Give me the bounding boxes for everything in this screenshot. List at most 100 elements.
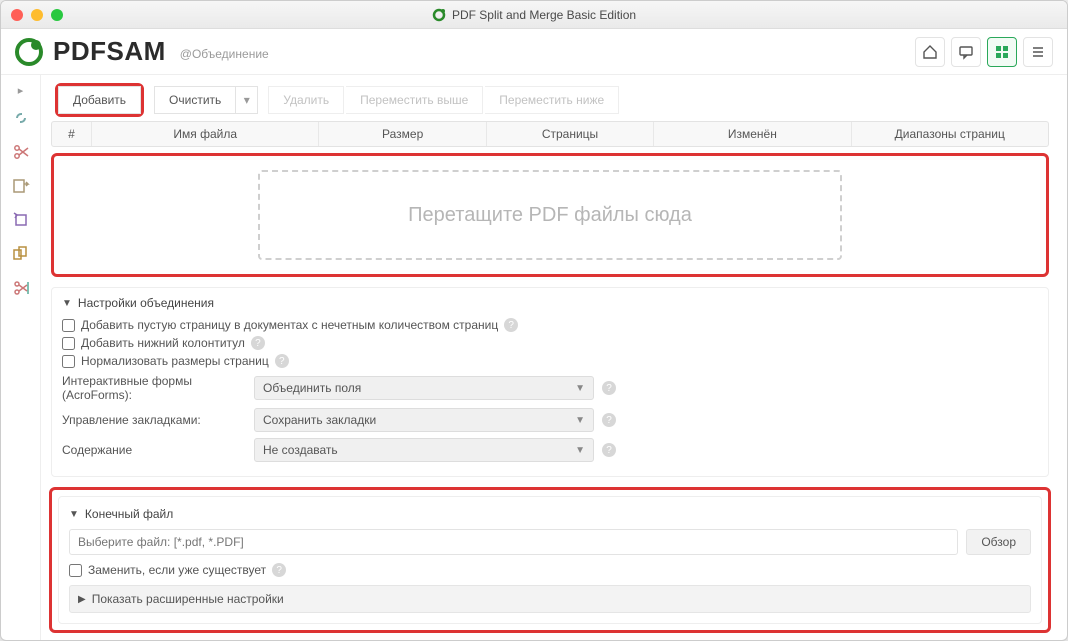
output-header[interactable]: ▼ Конечный файл — [69, 507, 1031, 521]
hamburger-icon — [1030, 44, 1046, 60]
col-num: # — [52, 122, 92, 146]
forms-label: Интерактивные формы (AcroForms): — [62, 374, 254, 402]
opt-normalize-label: Нормализовать размеры страниц — [81, 354, 269, 368]
chevron-down-icon: ▼ — [62, 298, 72, 309]
col-name: Имя файла — [92, 122, 319, 146]
merge-settings-header[interactable]: ▼ Настройки объединения — [62, 296, 1038, 310]
sidebar-item-split[interactable] — [4, 137, 38, 167]
sidebar-item-merge[interactable] — [4, 103, 38, 133]
help-icon[interactable]: ? — [602, 443, 616, 457]
col-size: Размер — [319, 122, 486, 146]
output-file-row: Обзор — [69, 529, 1031, 555]
clear-button-group: Очистить ▾ — [154, 86, 258, 114]
toc-select[interactable]: Не создавать ▼ — [254, 438, 594, 462]
logo-icon — [15, 38, 43, 66]
help-icon[interactable]: ? — [504, 318, 518, 332]
advanced-toggle[interactable]: ▶ Показать расширенные настройки — [69, 585, 1031, 613]
opt-footer-label: Добавить нижний колонтитул — [81, 336, 245, 350]
rotate-icon — [11, 210, 31, 230]
add-button[interactable]: Добавить — [58, 86, 141, 114]
window-title-text: PDF Split and Merge Basic Edition — [452, 8, 636, 22]
toc-row: Содержание Не создавать ▼ ? — [62, 438, 1038, 462]
moveup-button: Переместить выше — [346, 86, 483, 114]
dashboard-button[interactable] — [987, 37, 1017, 67]
opt-normalize-checkbox[interactable] — [62, 355, 75, 368]
clear-button[interactable]: Очистить — [154, 86, 236, 114]
bookmarks-value: Сохранить закладки — [263, 413, 376, 427]
grid-icon — [994, 44, 1010, 60]
help-icon[interactable]: ? — [602, 413, 616, 427]
toolbar: Добавить Очистить ▾ Удалить Переместить … — [55, 83, 1051, 117]
scissors2-icon — [11, 278, 31, 298]
sidebar-item-rotate[interactable] — [4, 205, 38, 235]
opt-footer-row: Добавить нижний колонтитул ? — [62, 336, 1038, 350]
delete-button: Удалить — [268, 86, 344, 114]
help-icon[interactable]: ? — [602, 381, 616, 395]
dropzone[interactable]: Перетащите PDF файлы сюда — [258, 170, 841, 260]
sidebar-collapse[interactable]: ▸ — [4, 81, 38, 99]
mix-icon — [11, 244, 31, 264]
brand-subtitle: @Объединение — [180, 47, 269, 61]
opt-footer-checkbox[interactable] — [62, 337, 75, 350]
forms-row: Интерактивные формы (AcroForms): Объедин… — [62, 374, 1038, 402]
notifications-button[interactable] — [951, 37, 981, 67]
col-ranges: Диапазоны страниц — [852, 122, 1048, 146]
movedown-button: Переместить ниже — [485, 86, 619, 114]
sidebar-item-extract[interactable] — [4, 171, 38, 201]
table-header: # Имя файла Размер Страницы Изменён Диап… — [51, 121, 1049, 147]
opt-blank-checkbox[interactable] — [62, 319, 75, 332]
app-window: PDF Split and Merge Basic Edition PDFSAM… — [0, 0, 1068, 641]
sidebar-item-mix[interactable] — [4, 239, 38, 269]
chevron-down-icon: ▼ — [69, 509, 79, 520]
output-file-input[interactable] — [69, 529, 958, 555]
highlight-add: Добавить — [55, 83, 144, 117]
chevron-down-icon: ▼ — [575, 445, 585, 456]
home-button[interactable] — [915, 37, 945, 67]
merge-settings-section: ▼ Настройки объединения Добавить пустую … — [51, 287, 1049, 477]
help-icon[interactable]: ? — [251, 336, 265, 350]
clear-dropdown[interactable]: ▾ — [236, 86, 258, 114]
bookmarks-select[interactable]: Сохранить закладки ▼ — [254, 408, 594, 432]
main-row: ▸ Добавить Очистить ▾ Удалить Перемести — [1, 75, 1067, 640]
toc-label: Содержание — [62, 443, 254, 457]
bookmarks-label: Управление закладками: — [62, 413, 254, 427]
col-pages: Страницы — [487, 122, 654, 146]
window-title: PDF Split and Merge Basic Edition — [1, 8, 1067, 22]
content-area: Добавить Очистить ▾ Удалить Переместить … — [41, 75, 1067, 640]
brand-bar: PDFSAM @Объединение — [1, 29, 1067, 75]
speech-icon — [958, 44, 974, 60]
opt-blank-row: Добавить пустую страницу в документах с … — [62, 318, 1038, 332]
output-section: ▼ Конечный файл Обзор Заменить, если уже… — [58, 496, 1042, 624]
overwrite-checkbox[interactable] — [69, 564, 82, 577]
dropzone-hint: Перетащите PDF файлы сюда — [408, 204, 692, 227]
chevron-down-icon: ▼ — [575, 415, 585, 426]
merge-settings-title: Настройки объединения — [78, 296, 214, 310]
chevron-down-icon: ▼ — [575, 383, 585, 394]
home-icon — [922, 44, 938, 60]
sidebar-item-split-size[interactable] — [4, 273, 38, 303]
scissors-icon — [11, 142, 31, 162]
toc-value: Не создавать — [263, 443, 338, 457]
brand-left: PDFSAM @Объединение — [15, 36, 269, 67]
chevron-right-icon: ▶ — [78, 594, 86, 605]
help-icon[interactable]: ? — [275, 354, 289, 368]
forms-value: Объединить поля — [263, 381, 361, 395]
link-icon — [11, 108, 31, 128]
advanced-label: Показать расширенные настройки — [92, 592, 284, 606]
bookmarks-row: Управление закладками: Сохранить закладк… — [62, 408, 1038, 432]
help-icon[interactable]: ? — [272, 563, 286, 577]
col-modified: Изменён — [654, 122, 851, 146]
browse-button[interactable]: Обзор — [966, 529, 1031, 555]
opt-normalize-row: Нормализовать размеры страниц ? — [62, 354, 1038, 368]
menu-button[interactable] — [1023, 37, 1053, 67]
forms-select[interactable]: Объединить поля ▼ — [254, 376, 594, 400]
highlight-dropzone: Перетащите PDF файлы сюда — [51, 153, 1049, 277]
highlight-output: ▼ Конечный файл Обзор Заменить, если уже… — [49, 487, 1051, 633]
app-icon — [432, 8, 446, 22]
overwrite-row: Заменить, если уже существует ? — [69, 563, 1031, 577]
sidebar: ▸ — [1, 75, 41, 640]
overwrite-label: Заменить, если уже существует — [88, 563, 266, 577]
output-title: Конечный файл — [85, 507, 173, 521]
brand-name: PDFSAM — [53, 36, 166, 67]
header-actions — [915, 37, 1053, 67]
